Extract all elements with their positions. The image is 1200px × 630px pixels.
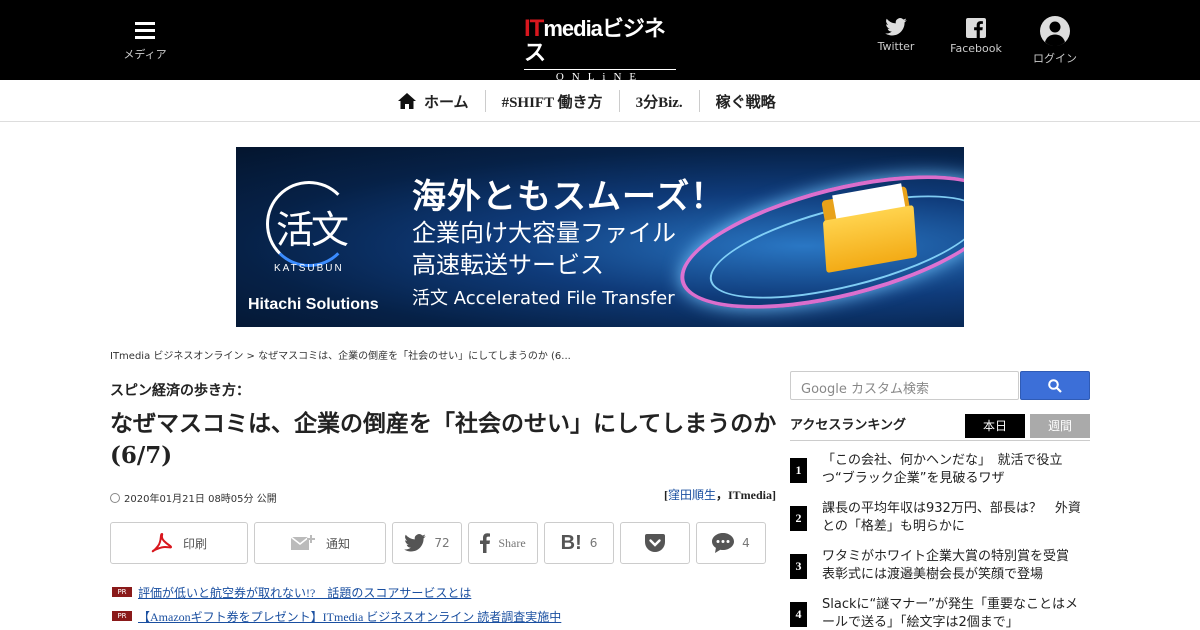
search-input[interactable]: Google カスタム検索 (790, 371, 1019, 400)
comment-button[interactable]: 4 (696, 522, 766, 564)
hamburger-icon (135, 22, 155, 40)
pr-link[interactable]: 【Amazonギフト券をプレゼント】ITmedia ビジネスオンライン 読者調査… (138, 608, 561, 625)
nav-label-home: ホーム (424, 94, 469, 111)
nav-item-strategy[interactable]: 稼ぐ戦略 (698, 90, 792, 112)
site-logo[interactable]: ITmediaビジネス ONLiNE (524, 15, 676, 85)
banner-company: Hitachi Solutions (248, 296, 379, 313)
pr-links: PR 評価が低いと航空券が取れない!? 話題のスコアサービスとは PR 【Ama… (112, 584, 561, 630)
banner-line-3: 活文 Accelerated File Transfer (412, 288, 675, 309)
facebook-share-label: Share (498, 535, 526, 550)
login-button[interactable]: ログイン (1030, 16, 1080, 66)
pr-link[interactable]: 評価が低いと航空券が取れない!? 話題のスコアサービスとは (138, 584, 471, 601)
ranking-text: 「この会社、何かヘンだな」 就活で役立つ“ブラック企業”を見破るワザ (822, 453, 1063, 486)
nav-label-shift: #SHIFT 働き方 (501, 94, 603, 111)
hatena-icon: B! (560, 531, 582, 554)
nav-item-home[interactable]: ホーム (398, 90, 485, 112)
notify-button[interactable]: 通知 (254, 522, 386, 564)
facebook-share-icon (480, 533, 491, 553)
nav-item-shift[interactable]: #SHIFT 働き方 (484, 90, 619, 112)
author-credit: [窪田順生，ITmedia] (664, 486, 776, 503)
katsubun-logo: 活文 (276, 208, 349, 252)
print-button[interactable]: 印刷 (110, 522, 248, 564)
ranking-item[interactable]: 1 「この会社、何かヘンだな」 就活で役立つ“ブラック企業”を見破るワザ (790, 452, 1090, 488)
ranking-number: 2 (790, 506, 807, 531)
comment-count: 4 (742, 536, 750, 550)
facebook-share-button[interactable]: Share (468, 522, 538, 564)
nav-label-strategy: 稼ぐ戦略 (715, 94, 776, 111)
login-label: ログイン (1033, 52, 1077, 65)
pocket-button[interactable] (620, 522, 690, 564)
menu-label: メディア (123, 48, 167, 61)
article-kicker[interactable]: スピン経済の歩き方： (110, 380, 250, 400)
ranking-number: 3 (790, 554, 807, 579)
hatena-bookmark-button[interactable]: B! 6 (544, 522, 614, 564)
twitter-link[interactable]: Twitter (876, 18, 916, 53)
notify-label: 通知 (325, 536, 350, 551)
menu-button[interactable]: メディア (122, 22, 168, 62)
ranking-text: 課長の平均年収は932万円、部長は？ 外資との「格差」も明らかに (822, 501, 1081, 534)
main-nav: ホーム #SHIFT 働き方 3分Biz. 稼ぐ戦略 (0, 80, 1200, 122)
banner-headline: 海外ともスムーズ！ (412, 177, 726, 217)
home-icon (398, 93, 416, 109)
ranking-text: Slackに“謎マナー”が発生「重要なことはメールで送る」「絵文字は2個まで」 (822, 597, 1078, 630)
site-header: メディア ITmediaビジネス ONLiNE Twitter Facebook… (0, 0, 1200, 85)
breadcrumb[interactable]: ITmedia ビジネスオンライン > なぜマスコミは、企業の倒産を「社会のせい… (110, 347, 571, 362)
tweet-button[interactable]: 72 (392, 522, 462, 564)
ranking-text: ワタミがホワイト企業大賞の特別賞を受賞 表彰式には渡邉美樹会長が笑顔で登場 (822, 549, 1083, 582)
pr-link-item: PR 評価が低いと航空券が取れない!? 話題のスコアサービスとは (112, 584, 561, 600)
ranking-divider (790, 440, 1090, 441)
author-separator: ， (715, 488, 728, 502)
ranking-item[interactable]: 4 Slackに“謎マナー”が発生「重要なことはメールで送る」「絵文字は2個まで… (790, 596, 1090, 630)
print-label: 印刷 (182, 536, 207, 551)
nav-label-3min-biz: 3分Biz. (635, 94, 683, 111)
pr-badge: PR (112, 611, 132, 621)
author-org: ITmedia (727, 488, 772, 502)
twitter-icon (885, 18, 907, 36)
search-icon (1048, 378, 1062, 393)
ranking-title: アクセスランキング (790, 418, 906, 433)
facebook-link[interactable]: Facebook (948, 18, 1004, 55)
mail-plus-icon (290, 535, 315, 550)
pr-badge: PR (112, 587, 132, 597)
author-bracket-close: ] (772, 488, 776, 502)
nav-item-3min-biz[interactable]: 3分Biz. (618, 90, 699, 112)
katsubun-logo-sub: KATSUBUN (274, 263, 344, 274)
banner-line-1: 企業向け大容量ファイル (412, 219, 676, 247)
facebook-icon (966, 18, 986, 38)
ranking-number: 1 (790, 458, 807, 483)
clock-icon (110, 492, 120, 503)
ranking-item[interactable]: 2 課長の平均年収は932万円、部長は？ 外資との「格差」も明らかに (790, 500, 1090, 536)
ranking-number: 4 (790, 602, 807, 627)
twitter-share-icon (404, 534, 427, 552)
pr-link-item: PR 【Amazonギフト券をプレゼント】ITmedia ビジネスオンライン 読… (112, 608, 561, 624)
facebook-label: Facebook (950, 42, 1002, 55)
author-name-link[interactable]: 窪田順生 (668, 488, 716, 502)
pdf-icon (151, 533, 172, 553)
user-avatar-icon (1040, 16, 1070, 46)
tweet-count: 72 (434, 536, 450, 550)
tab-today[interactable]: 本日 (965, 414, 1025, 438)
logo-main: mediaビジネス (524, 16, 666, 65)
comment-icon (712, 533, 735, 553)
twitter-label: Twitter (877, 40, 915, 53)
pocket-icon (645, 534, 665, 552)
ad-banner[interactable]: 活文 KATSUBUN 海外ともスムーズ！ 企業向け大容量ファイル 高速転送サー… (236, 147, 964, 327)
ranking-item[interactable]: 3 ワタミがホワイト企業大賞の特別賞を受賞 表彰式には渡邉美樹会長が笑顔で登場 (790, 548, 1090, 584)
hatena-count: 6 (589, 536, 598, 550)
search-button[interactable] (1020, 371, 1090, 400)
banner-line-2: 高速転送サービス (412, 251, 604, 279)
publish-date: 2020年01月21日 08時05分 公開 (110, 490, 277, 505)
publish-date-text: 2020年01月21日 08時05分 公開 (124, 494, 277, 505)
logo-it: IT (524, 15, 544, 42)
tab-week[interactable]: 週間 (1030, 414, 1090, 438)
article-title: なぜマスコミは、企業の倒産を「社会のせい」にしてしまうのか (6/7) (110, 410, 777, 469)
